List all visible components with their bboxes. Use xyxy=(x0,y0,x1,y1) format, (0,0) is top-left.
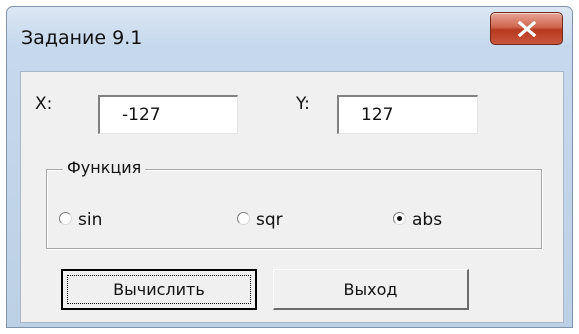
x-label: X: xyxy=(35,94,53,114)
calculate-button[interactable]: Вычислить xyxy=(61,269,257,310)
radio-sin-circle[interactable] xyxy=(59,211,72,225)
dialog-window: Задание 9.1 X: -127 Y: 127 Функция sin s… xyxy=(6,6,573,328)
radio-abs-label: abs xyxy=(412,210,443,230)
y-input[interactable]: 127 xyxy=(337,95,478,134)
radio-sqr-circle[interactable] xyxy=(237,211,250,225)
dialog-client-area: X: -127 Y: 127 Функция sin sqr abs Вычис… xyxy=(20,71,564,323)
y-label: Y: xyxy=(296,94,310,114)
radio-sqr[interactable]: sqr xyxy=(237,210,283,230)
radio-sqr-label: sqr xyxy=(256,210,283,230)
radio-sin-label: sin xyxy=(78,210,103,230)
function-groupbox: Функция sin sqr abs xyxy=(46,158,542,249)
x-input[interactable]: -127 xyxy=(98,95,238,134)
exit-button[interactable]: Выход xyxy=(273,269,469,310)
radio-sin[interactable]: sin xyxy=(59,210,102,230)
radio-abs-circle[interactable] xyxy=(393,211,406,225)
radio-abs[interactable]: abs xyxy=(393,210,442,230)
window-title: Задание 9.1 xyxy=(21,27,143,49)
exit-button-label: Выход xyxy=(343,279,398,299)
close-icon xyxy=(517,20,536,37)
focus-rectangle xyxy=(67,275,251,304)
close-button[interactable] xyxy=(490,12,563,45)
function-groupbox-caption: Функция xyxy=(63,158,146,177)
